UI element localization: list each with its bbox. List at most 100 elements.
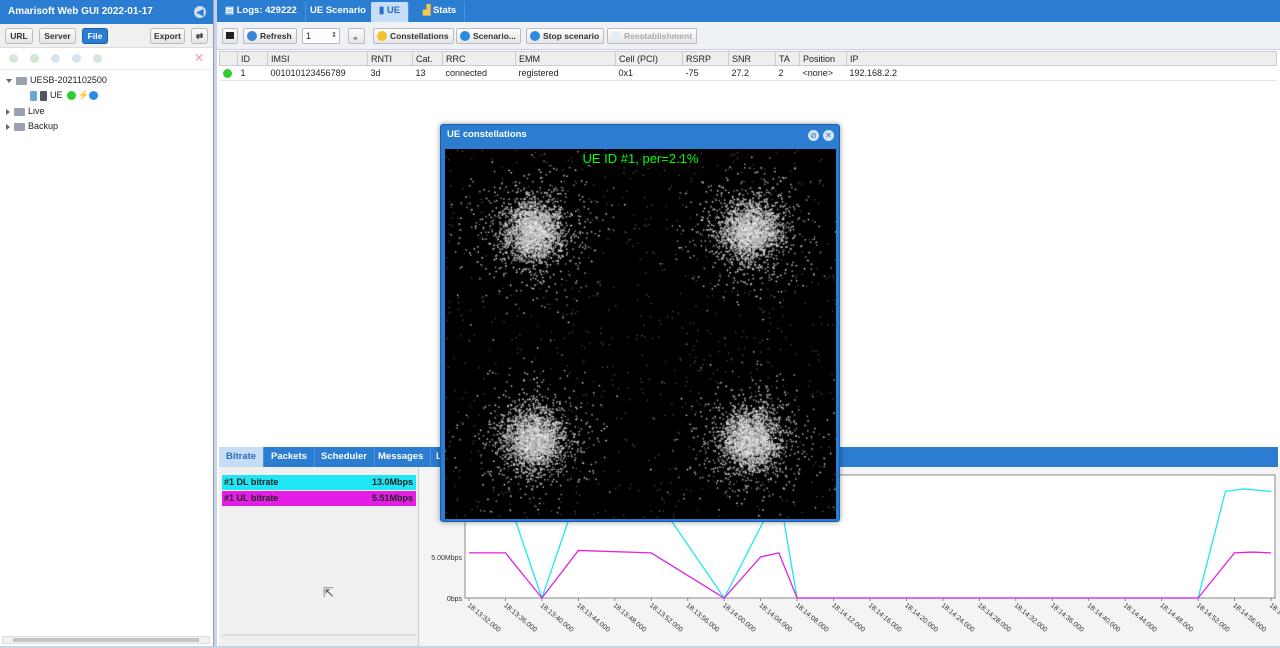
ue-icon: ▮ — [379, 5, 387, 16]
table-cell: 3d — [367, 65, 413, 81]
tab-ue[interactable]: ▮ UE — [371, 2, 410, 22]
table-cell: 13 — [412, 65, 443, 81]
x-tick-label: 18:14:12.000 — [830, 602, 866, 634]
x-tick-label: 18:14:56.000 — [1231, 602, 1267, 634]
table-header-cell[interactable]: TA — [775, 51, 800, 66]
table-header-cell[interactable]: SNR — [728, 51, 776, 66]
start-icon[interactable] — [30, 54, 39, 63]
delete-icon[interactable]: ✕ — [194, 51, 204, 65]
play-ue-icon[interactable] — [89, 91, 99, 101]
play-icon[interactable] — [72, 54, 81, 63]
count-stepper[interactable]: 1 ⇕ — [302, 28, 340, 44]
x-tick-label: 18:14:40.000 — [1085, 602, 1121, 634]
x-tick-label: 18:14:32.000 — [1013, 602, 1049, 634]
expand-icon[interactable] — [6, 108, 10, 115]
dialog-close-icon[interactable]: ✕ — [823, 130, 834, 141]
collapse-left-icon[interactable]: ◀ — [194, 6, 206, 18]
server-button[interactable]: Server — [39, 28, 76, 44]
table-row[interactable]: 1 001010123456789 3d 13 connected regist… — [219, 65, 1277, 81]
x-tick-label: 18:15:00.000 — [1268, 602, 1280, 634]
tree-node-live[interactable]: Live — [6, 106, 45, 116]
scrollbar-thumb[interactable] — [13, 638, 199, 642]
stop-icon — [530, 31, 540, 41]
constellation-plot: UE ID #1, per=2.1% — [445, 149, 836, 519]
constellation-canvas — [445, 149, 836, 519]
reestablishment-icon — [611, 31, 621, 41]
constellations-button[interactable]: Constellations — [373, 28, 454, 44]
refresh-icon — [247, 31, 257, 41]
tree-node-backup[interactable]: Backup — [6, 121, 58, 131]
table-cell: <none> — [799, 65, 847, 81]
tree-node-ue[interactable]: UE ⚡ — [30, 90, 99, 101]
x-tick-label: 18:13:40.000 — [539, 602, 575, 634]
table-cell: 0x1 — [615, 65, 683, 81]
expand-icon[interactable] — [6, 78, 12, 83]
tab-scheduler[interactable]: Scheduler — [314, 447, 375, 467]
scenario-button[interactable]: Scenario... — [456, 28, 521, 44]
table-header-cell[interactable]: IMSI — [267, 51, 368, 66]
legend-dl-bitrate[interactable]: #1 DL bitrate 13.0Mbps — [222, 475, 416, 490]
file-button[interactable]: File — [82, 28, 108, 44]
table-header-cell[interactable]: Position — [799, 51, 847, 66]
table-header-cell[interactable]: RNTI — [367, 51, 413, 66]
tree-node-root[interactable]: UESB-2021102500 — [6, 75, 107, 85]
x-tick-label: 18:13:56.000 — [684, 602, 720, 634]
mouse-cursor-icon: ⇱ — [323, 585, 334, 600]
connect-icon[interactable]: ⇄ — [191, 28, 208, 44]
star-icon — [377, 31, 387, 41]
ok-icon — [66, 91, 76, 101]
x-tick-label: 18:13:32.000 — [466, 602, 502, 634]
logs-icon: ▤ — [225, 5, 237, 16]
x-tick-label: 18:14:36.000 — [1049, 602, 1085, 634]
ue-toolbar: Refresh 1 ⇕ ⌖ Constellations Scenario... … — [217, 22, 1280, 50]
tab-logs[interactable]: ▤ Logs: 429222 — [217, 2, 306, 22]
ue-table: ID IMSI RNTI Cat. RRC EMM Cell (PCI) RSR… — [219, 51, 1277, 81]
refresh-icon[interactable] — [51, 54, 60, 63]
tab-packets[interactable]: Packets — [264, 447, 315, 467]
y-tick-label: 5.00Mbps — [431, 555, 462, 562]
power-icon: ⚡ — [78, 90, 90, 100]
table-header-cell[interactable]: RSRP — [682, 51, 729, 66]
constellation-label: UE ID #1, per=2.1% — [582, 151, 699, 166]
dialog-minimize-icon[interactable]: ⊘ — [808, 130, 819, 141]
x-tick-label: 18:13:48.000 — [612, 602, 648, 634]
table-header-cell[interactable]: RRC — [442, 51, 516, 66]
play-icon — [460, 31, 470, 41]
table-header-cell[interactable]: Cat. — [412, 51, 443, 66]
table-header: ID IMSI RNTI Cat. RRC EMM Cell (PCI) RSR… — [219, 51, 1277, 66]
table-header-cell[interactable]: Cell (PCI) — [615, 51, 683, 66]
constellations-dialog: UE constellations ⊘ ✕ UE ID #1, per=2.1% — [440, 124, 840, 522]
table-cell: 001010123456789 — [267, 65, 368, 81]
tab-messages[interactable]: Messages — [371, 447, 432, 467]
settings-icon[interactable] — [93, 54, 102, 63]
left-toolbar-secondary: ✕ — [0, 48, 213, 70]
refresh-button[interactable]: Refresh — [243, 28, 297, 44]
legend-ul-bitrate[interactable]: #1 UL bitrate 5.51Mbps — [222, 491, 416, 506]
table-header-cell[interactable]: EMM — [515, 51, 616, 66]
network-icon[interactable]: ⌖ — [348, 28, 365, 44]
left-scrollbar[interactable] — [2, 636, 210, 644]
connected-icon — [222, 69, 232, 79]
table-header-cell[interactable]: ID — [237, 51, 268, 66]
export-button[interactable]: Export — [150, 28, 185, 44]
terminal-icon[interactable] — [222, 28, 238, 44]
table-cell: 1 — [237, 65, 268, 81]
tab-bitrate[interactable]: Bitrate — [219, 447, 265, 467]
table-header-cell[interactable]: IP — [846, 51, 1277, 66]
expand-icon[interactable] — [6, 123, 10, 130]
reestablishment-button[interactable]: Reestablishment — [607, 28, 698, 44]
x-tick-label: 18:14:08.000 — [794, 602, 830, 634]
tab-ue-scenario[interactable]: UE Scenario — [302, 2, 375, 22]
left-toolbar: URL Server File Export ⇄ — [0, 24, 213, 48]
x-tick-label: 18:14:04.000 — [757, 602, 793, 634]
edit-icon[interactable] — [9, 54, 18, 63]
table-cell: connected — [442, 65, 516, 81]
x-tick-label: 18:14:00.000 — [721, 602, 757, 634]
stop-scenario-button[interactable]: Stop scenario — [526, 28, 605, 44]
legend-scrollbar[interactable] — [222, 634, 416, 636]
url-button[interactable]: URL — [5, 28, 33, 44]
stepper-arrows-icon[interactable]: ⇕ — [331, 29, 337, 43]
tab-stats[interactable]: ▟ Stats — [415, 2, 466, 22]
table-cell: registered — [515, 65, 616, 81]
status-cell — [219, 65, 238, 81]
